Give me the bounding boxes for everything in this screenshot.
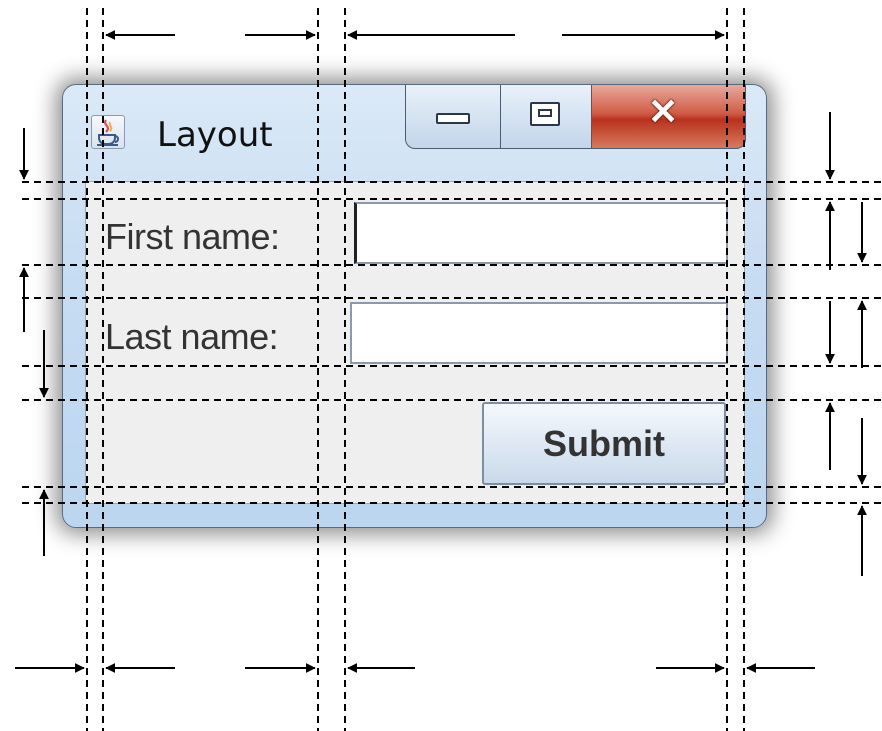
layout-guides-overlay xyxy=(15,8,882,731)
spacing-arrows xyxy=(15,30,867,673)
guide-lines xyxy=(22,8,882,731)
